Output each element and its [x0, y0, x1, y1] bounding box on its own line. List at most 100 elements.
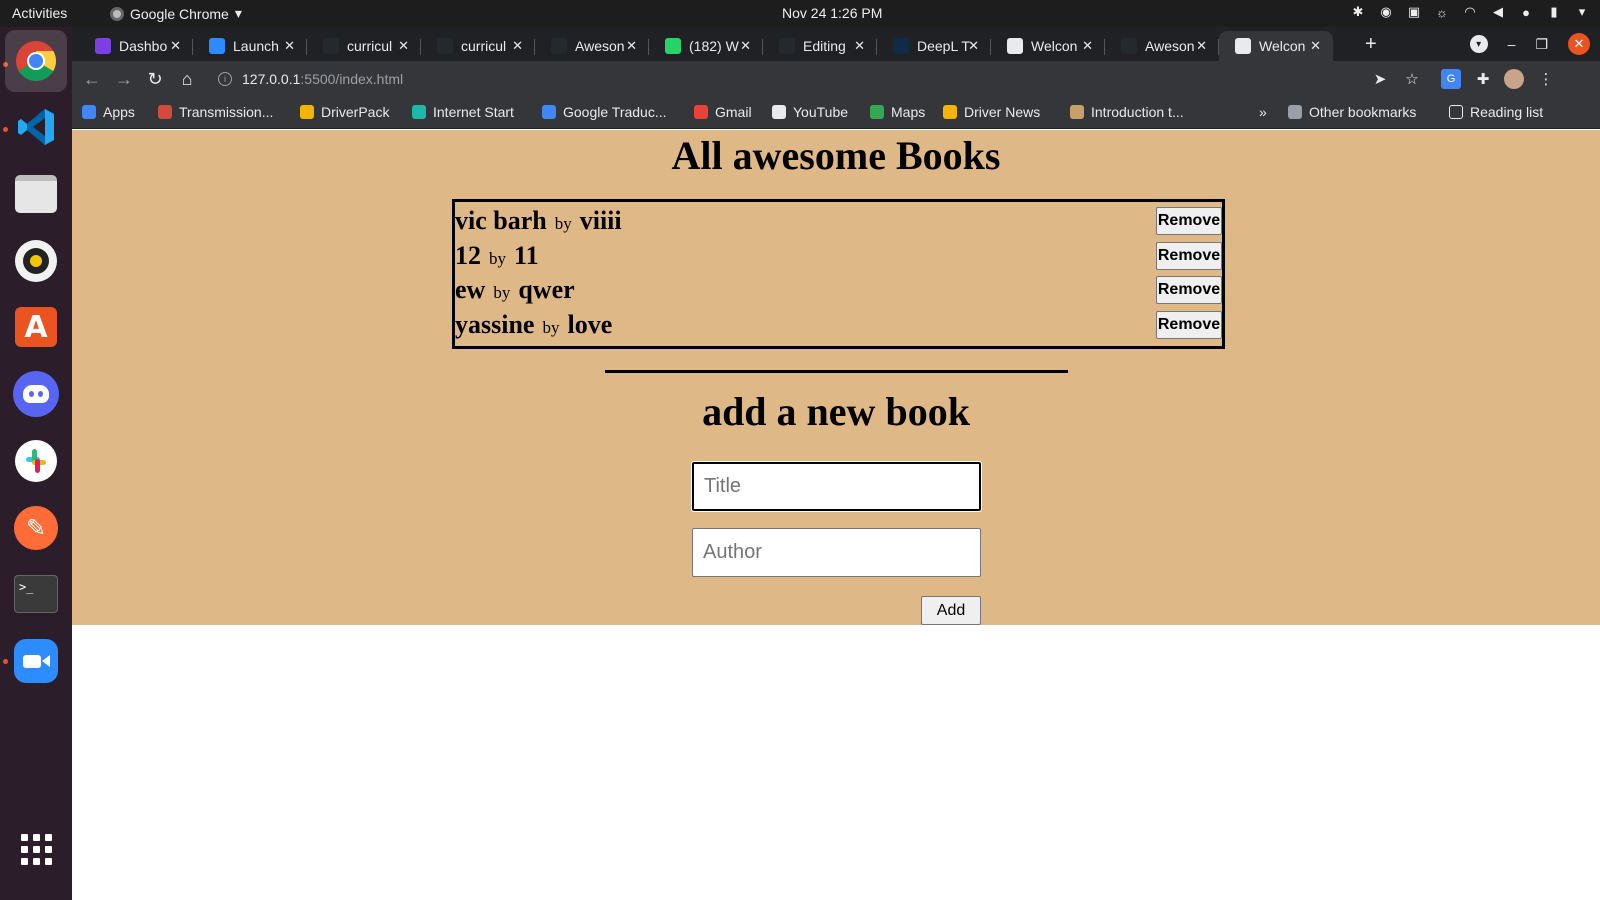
slack-icon — [15, 440, 57, 482]
slack-launcher[interactable] — [12, 437, 60, 485]
tab-favicon-icon — [1007, 38, 1023, 54]
url-path: :5500/index.html — [300, 71, 404, 87]
profile-avatar[interactable] — [1504, 69, 1524, 89]
bookmark-item[interactable]: Transmission... — [158, 104, 273, 120]
zoom-tray-icon[interactable]: ▣ — [1406, 4, 1422, 20]
close-window-button[interactable]: ✕ — [1568, 33, 1590, 55]
wifi-icon[interactable]: ◠ — [1462, 4, 1478, 20]
zoom-launcher[interactable] — [12, 637, 60, 685]
title-input[interactable] — [691, 461, 982, 512]
brightness-icon[interactable]: ☼ — [1434, 4, 1450, 20]
postman-launcher[interactable]: ✎ — [12, 504, 60, 552]
forward-button[interactable]: → — [112, 67, 136, 91]
browser-tab[interactable]: Launch ✕ — [193, 31, 307, 61]
tab-close-icon[interactable]: ✕ — [1196, 38, 1207, 54]
vscode-launcher[interactable] — [12, 103, 60, 151]
browser-tab[interactable]: Editing ✕ — [763, 31, 877, 61]
tab-close-icon[interactable]: ✕ — [854, 38, 865, 54]
browser-tab[interactable]: curricul ✕ — [421, 31, 535, 61]
add-button[interactable]: Add — [921, 596, 981, 625]
bookmark-item[interactable]: Maps — [870, 104, 925, 120]
home-button[interactable]: ⌂ — [175, 67, 199, 91]
reading-list-button[interactable]: Reading list — [1449, 104, 1543, 120]
tab-close-icon[interactable]: ✕ — [398, 38, 409, 54]
remove-button[interactable]: Remove — [1156, 276, 1222, 304]
tab-favicon-icon — [95, 38, 111, 54]
author-input[interactable] — [692, 528, 981, 577]
tab-favicon-icon — [209, 38, 225, 54]
remove-button[interactable]: Remove — [1156, 241, 1222, 270]
terminal-launcher[interactable]: >_ — [12, 570, 60, 618]
remove-button[interactable]: Remove — [1156, 310, 1222, 339]
bookmark-item[interactable]: Introduction t... — [1070, 104, 1184, 120]
book-title: ew — [455, 275, 486, 304]
system-tray[interactable]: ✱ ◉ ▣ ☼ ◠ ◀ ● ▮ ▾ — [1350, 4, 1590, 20]
browser-tab[interactable]: Welcon ✕ — [991, 31, 1105, 61]
section-divider — [605, 370, 1068, 373]
bookmark-item[interactable]: Google Traduc... — [542, 104, 667, 120]
bookmark-favicon-icon — [542, 105, 556, 119]
discord-tray-icon[interactable]: ◉ — [1378, 4, 1394, 20]
restore-button[interactable]: ❐ — [1535, 36, 1548, 53]
site-info-icon[interactable]: i — [218, 72, 232, 86]
bookmark-label: Apps — [103, 104, 135, 120]
app-menu[interactable]: Google Chrome ▾ — [110, 5, 242, 22]
clock[interactable]: Nov 24 1:26 PM — [782, 5, 882, 21]
reload-button[interactable]: ↻ — [143, 67, 167, 91]
send-tab-icon[interactable]: ➤ — [1370, 69, 1390, 89]
bookmark-star-icon[interactable]: ☆ — [1402, 69, 1422, 89]
rhythmbox-launcher[interactable] — [12, 237, 60, 285]
tab-close-icon[interactable]: ✕ — [740, 38, 751, 54]
tab-close-icon[interactable]: ✕ — [1310, 38, 1321, 54]
slack-tray-icon[interactable]: ✱ — [1350, 4, 1366, 20]
bookmark-item[interactable]: DriverPack — [300, 104, 389, 120]
translate-extension-icon[interactable]: G — [1441, 69, 1461, 89]
browser-tab[interactable]: Dashbo ✕ — [79, 31, 193, 61]
browser-tab[interactable]: curricul ✕ — [307, 31, 421, 61]
files-launcher[interactable] — [12, 170, 60, 218]
by-label: by — [493, 283, 511, 302]
remove-button[interactable]: Remove — [1156, 207, 1222, 235]
tab-search-icon[interactable]: ▾ — [1469, 35, 1488, 53]
browser-tab[interactable]: (182) W ✕ — [649, 31, 763, 61]
browser-tab[interactable]: Aweson ✕ — [1105, 31, 1219, 61]
bookmark-item[interactable]: YouTube — [772, 104, 848, 120]
chevron-down-icon[interactable]: ▾ — [1574, 4, 1590, 20]
discord-launcher[interactable] — [12, 370, 60, 418]
tab-close-icon[interactable]: ✕ — [512, 38, 523, 54]
back-button[interactable]: ← — [80, 67, 104, 91]
chevron-down-icon: ▾ — [234, 5, 242, 21]
bookmark-item[interactable]: Gmail — [694, 104, 752, 120]
ubuntu-software-launcher[interactable]: A — [12, 303, 60, 351]
bookmark-label: Transmission... — [179, 104, 274, 120]
tab-close-icon[interactable]: ✕ — [968, 38, 979, 54]
chrome-launcher[interactable] — [5, 30, 67, 92]
tab-favicon-icon — [1235, 38, 1251, 54]
battery-icon[interactable]: ▮ — [1546, 4, 1562, 20]
minimize-button[interactable]: – — [1508, 36, 1516, 52]
book-author: 11 — [514, 240, 539, 270]
browser-tab[interactable]: Welcon ✕ — [1219, 31, 1333, 61]
book-author: qwer — [518, 275, 575, 304]
bookmarks-overflow-button[interactable]: » — [1259, 104, 1267, 120]
new-tab-button[interactable]: + — [1365, 33, 1377, 56]
tab-close-icon[interactable]: ✕ — [626, 38, 637, 54]
bookmark-favicon-icon — [412, 105, 426, 119]
show-applications-button[interactable] — [12, 825, 60, 873]
other-bookmarks-folder[interactable]: Other bookmarks — [1288, 104, 1416, 120]
activities-button[interactable]: Activities — [12, 5, 67, 21]
browser-tab[interactable]: Aweson ✕ — [535, 31, 649, 61]
address-bar[interactable]: i 127.0.0.1:5500/index.html — [212, 65, 1432, 93]
tab-close-icon[interactable]: ✕ — [170, 38, 181, 54]
bookmark-item[interactable]: Internet Start — [412, 104, 514, 120]
tab-close-icon[interactable]: ✕ — [284, 38, 295, 54]
bookmark-item[interactable]: Driver News — [943, 104, 1040, 120]
microphone-icon[interactable]: ● — [1518, 4, 1534, 20]
browser-tab[interactable]: DeepL T ✕ — [877, 31, 991, 61]
chrome-menu-icon[interactable]: ⋮ — [1536, 69, 1556, 89]
volume-icon[interactable]: ◀ — [1490, 4, 1506, 20]
bookmark-item[interactable]: Apps — [82, 104, 135, 120]
system-top-bar: Activities Google Chrome ▾ Nov 24 1:26 P… — [0, 0, 1600, 27]
tab-close-icon[interactable]: ✕ — [1082, 38, 1093, 54]
extensions-puzzle-icon[interactable]: ✚ — [1473, 69, 1493, 89]
